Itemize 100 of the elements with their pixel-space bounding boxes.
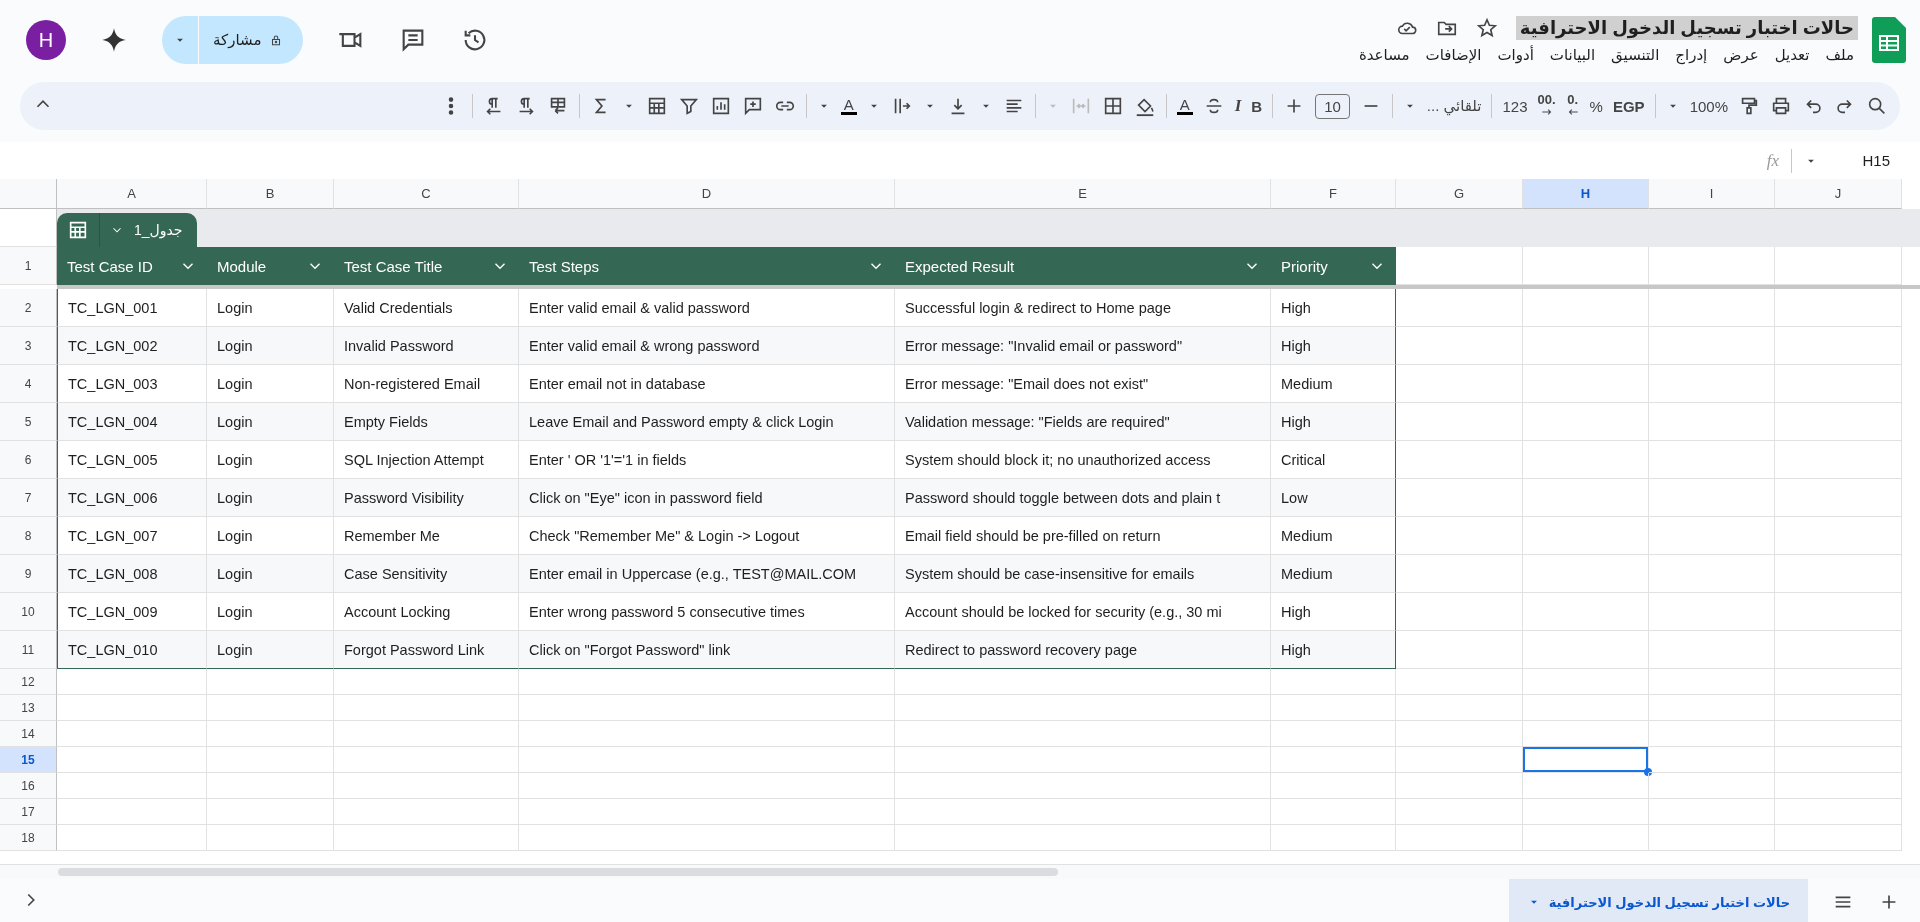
empty-cell[interactable] xyxy=(1523,593,1649,631)
empty-cell[interactable] xyxy=(1396,669,1523,695)
empty-cell[interactable] xyxy=(1523,517,1649,555)
row-number[interactable]: 16 xyxy=(0,773,57,799)
column-header[interactable]: B xyxy=(207,179,334,209)
empty-cell[interactable] xyxy=(1649,555,1775,593)
menu-item[interactable]: تعديل xyxy=(1774,46,1810,64)
spreadsheet-logo-icon[interactable] xyxy=(1872,17,1906,63)
table-column-header[interactable]: Module xyxy=(207,247,334,285)
row-number[interactable]: 8 xyxy=(0,517,57,555)
empty-cell[interactable] xyxy=(207,799,334,825)
empty-cell[interactable] xyxy=(1523,365,1649,403)
empty-cell[interactable] xyxy=(1775,479,1902,517)
empty-cell[interactable] xyxy=(1775,773,1902,799)
empty-cell[interactable] xyxy=(1775,403,1902,441)
empty-cell[interactable] xyxy=(1775,555,1902,593)
empty-cell[interactable] xyxy=(1271,695,1396,721)
empty-cell[interactable] xyxy=(519,773,895,799)
empty-cell[interactable] xyxy=(1271,799,1396,825)
table-column-header[interactable]: Priority xyxy=(1271,247,1396,285)
row-number[interactable]: 10 xyxy=(0,593,57,631)
empty-cell[interactable] xyxy=(895,721,1271,747)
row-header[interactable] xyxy=(0,209,57,247)
row-number[interactable]: 7 xyxy=(0,479,57,517)
empty-cell[interactable] xyxy=(1649,289,1775,327)
document-title[interactable]: حالات اختبار تسجيل الدخول الاحترافية xyxy=(1515,16,1858,40)
column-header[interactable]: I xyxy=(1649,179,1775,209)
empty-cell[interactable] xyxy=(1649,747,1775,773)
menu-item[interactable]: عرض xyxy=(1723,46,1759,64)
empty-cell[interactable] xyxy=(334,747,519,773)
empty-cell[interactable] xyxy=(895,773,1271,799)
name-box[interactable]: H15 xyxy=(1830,152,1890,169)
empty-cell[interactable] xyxy=(1396,721,1523,747)
empty-cell[interactable] xyxy=(334,773,519,799)
row-number[interactable]: 15 xyxy=(0,747,57,773)
column-header[interactable]: A xyxy=(57,179,207,209)
menu-item[interactable]: البيانات xyxy=(1549,46,1596,64)
empty-cell[interactable] xyxy=(207,721,334,747)
empty-cell[interactable] xyxy=(1271,721,1396,747)
empty-cell[interactable] xyxy=(207,773,334,799)
zoom-select[interactable]: 100% xyxy=(1689,97,1728,115)
print-icon[interactable] xyxy=(1770,95,1792,117)
empty-cell[interactable] xyxy=(1649,799,1775,825)
number-format-button[interactable]: 123 xyxy=(1502,97,1528,115)
empty-cell[interactable] xyxy=(1775,517,1902,555)
horizontal-scrollbar[interactable] xyxy=(58,868,1058,876)
search-icon[interactable] xyxy=(1866,95,1888,117)
empty-cell[interactable] xyxy=(1775,695,1902,721)
empty-cell[interactable] xyxy=(1523,327,1649,365)
empty-cell[interactable] xyxy=(519,721,895,747)
text-rotation-button[interactable]: A xyxy=(840,97,857,115)
empty-cell[interactable] xyxy=(1649,773,1775,799)
row-number[interactable]: 5 xyxy=(0,403,57,441)
share-button[interactable]: مشاركة xyxy=(162,16,304,64)
menu-item[interactable]: ملف xyxy=(1825,46,1854,64)
row-number[interactable]: 3 xyxy=(0,327,57,365)
empty-cell[interactable] xyxy=(334,669,519,695)
empty-cell[interactable] xyxy=(1396,799,1523,825)
empty-cell[interactable] xyxy=(1271,773,1396,799)
italic-button[interactable]: I xyxy=(1234,96,1242,116)
row-number[interactable]: 11 xyxy=(0,631,57,669)
column-header[interactable]: C xyxy=(334,179,519,209)
table-column-header[interactable]: Test Steps xyxy=(519,247,895,285)
empty-cell[interactable] xyxy=(1523,555,1649,593)
empty-cell[interactable] xyxy=(207,747,334,773)
row-number[interactable]: 2 xyxy=(0,289,57,327)
empty-cell[interactable] xyxy=(1396,695,1523,721)
empty-cell[interactable] xyxy=(1775,631,1902,669)
empty-cell[interactable] xyxy=(1775,747,1902,773)
row-number[interactable]: 12 xyxy=(0,669,57,695)
empty-cell[interactable] xyxy=(1396,289,1523,327)
row-number[interactable]: 18 xyxy=(0,825,57,851)
empty-cell[interactable] xyxy=(1649,365,1775,403)
fill-handle[interactable] xyxy=(1644,768,1652,776)
empty-cell[interactable] xyxy=(1396,593,1523,631)
menu-item[interactable]: مساعدة xyxy=(1358,46,1410,64)
table-column-header[interactable]: Test Case Title xyxy=(334,247,519,285)
empty-cell[interactable] xyxy=(1271,747,1396,773)
font-size-field[interactable]: 10 xyxy=(1315,93,1350,119)
row-number[interactable]: 9 xyxy=(0,555,57,593)
table-icon[interactable] xyxy=(67,219,89,241)
menu-item[interactable]: الإضافات xyxy=(1425,46,1482,64)
empty-cell[interactable] xyxy=(1775,289,1902,327)
column-header[interactable]: H xyxy=(1523,179,1649,209)
table-column-header[interactable]: Expected Result xyxy=(895,247,1271,285)
empty-cell[interactable] xyxy=(334,695,519,721)
decrease-decimal-button[interactable]: .0 xyxy=(1565,93,1580,119)
column-header[interactable]: F xyxy=(1271,179,1396,209)
star-icon[interactable] xyxy=(1475,17,1498,39)
empty-cell[interactable] xyxy=(1775,441,1902,479)
empty-cell[interactable] xyxy=(895,799,1271,825)
empty-cell[interactable] xyxy=(1396,517,1523,555)
column-header[interactable]: E xyxy=(895,179,1271,209)
row-number[interactable]: 6 xyxy=(0,441,57,479)
empty-cell[interactable] xyxy=(1649,721,1775,747)
empty-cell[interactable] xyxy=(1396,773,1523,799)
row-number[interactable]: 14 xyxy=(0,721,57,747)
empty-cell[interactable] xyxy=(334,721,519,747)
empty-cell[interactable] xyxy=(1649,695,1775,721)
bold-button[interactable]: B xyxy=(1251,97,1263,115)
